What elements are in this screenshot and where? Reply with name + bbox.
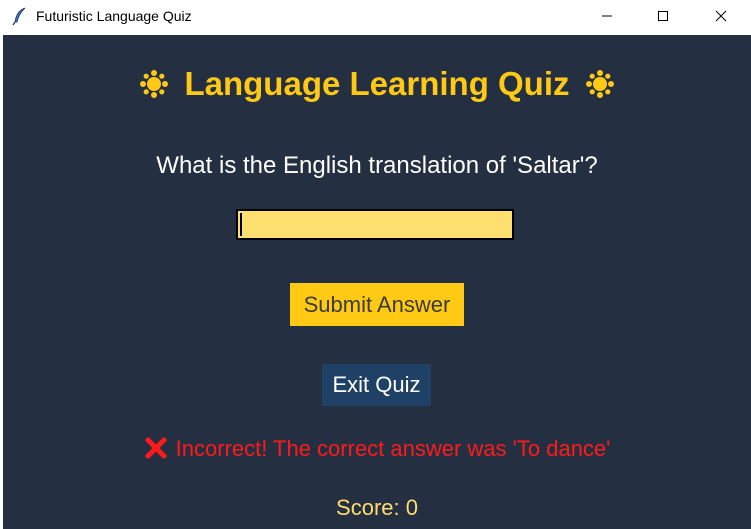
minimize-icon xyxy=(602,15,612,17)
text-cursor xyxy=(240,213,242,236)
feedback-text: Incorrect! The correct answer was 'To da… xyxy=(175,436,611,461)
maximize-button[interactable] xyxy=(640,0,686,32)
quiz-heading: Language Learning Quiz xyxy=(3,65,751,107)
app-window: Futuristic Language Quiz Language Learni… xyxy=(0,0,751,529)
sun-icon xyxy=(585,69,615,107)
answer-input[interactable] xyxy=(236,209,514,240)
sun-icon xyxy=(139,69,169,107)
cross-mark-icon xyxy=(144,436,168,466)
heading-text: Language Learning Quiz xyxy=(184,65,570,102)
score-label: Score: 0 xyxy=(336,495,418,520)
exit-quiz-button[interactable]: Exit Quiz xyxy=(322,364,431,406)
submit-answer-button[interactable]: Submit Answer xyxy=(290,283,464,326)
maximize-icon xyxy=(658,11,668,21)
title-bar[interactable]: Futuristic Language Quiz xyxy=(0,0,751,34)
question-text: What is the English translation of 'Salt… xyxy=(156,152,598,179)
close-icon xyxy=(715,10,727,22)
minimize-button[interactable] xyxy=(584,0,630,32)
feather-icon xyxy=(10,6,30,26)
quiz-panel: Language Learning Quiz What is the Engli… xyxy=(3,35,751,529)
feedback-message: Incorrect! The correct answer was 'To da… xyxy=(3,436,751,466)
window-title: Futuristic Language Quiz xyxy=(36,8,192,24)
close-button[interactable] xyxy=(698,0,744,32)
